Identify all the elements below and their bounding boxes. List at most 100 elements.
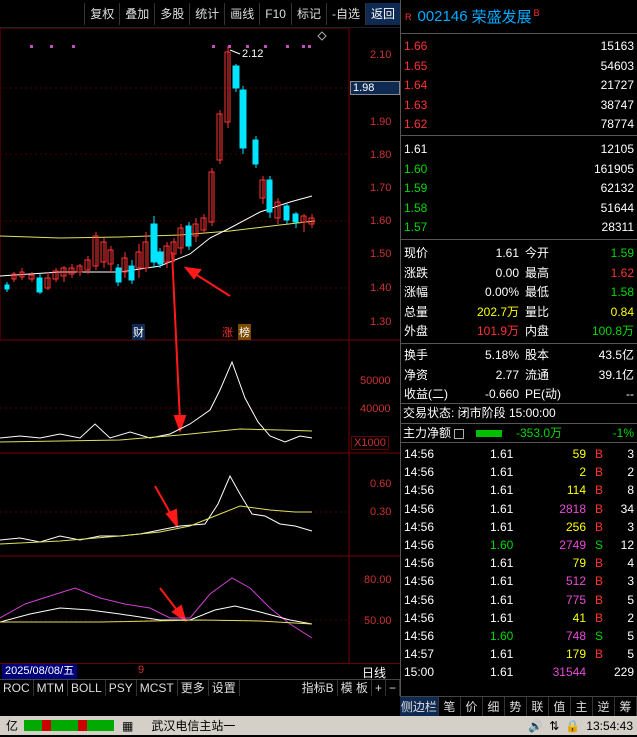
- ask-row[interactable]: 1.62 78774: [401, 115, 637, 135]
- bid-row[interactable]: 1.60 161905: [401, 160, 637, 180]
- tab-trades[interactable]: 笔: [439, 697, 461, 716]
- tab-trend[interactable]: 势: [505, 697, 527, 716]
- restore-rights-button[interactable]: 复权: [84, 2, 119, 25]
- sidebar-toggle[interactable]: 侧边栏《: [400, 697, 439, 734]
- ask-row[interactable]: 1.64 21727: [401, 76, 637, 96]
- bid-row[interactable]: 1.58 51644: [401, 199, 637, 219]
- tab-price[interactable]: 价: [461, 697, 483, 716]
- bid-row[interactable]: 1.57 28311: [401, 218, 637, 238]
- ask-volume: 78774: [600, 117, 634, 131]
- tick-row: 14:56 1.60 748 S 5: [401, 627, 637, 645]
- tab-main[interactable]: 主: [571, 697, 593, 716]
- main-flow-pct: -1%: [612, 425, 634, 440]
- dropdown-icon[interactable]: [454, 428, 465, 439]
- quote-label: 外盘: [404, 324, 429, 338]
- finance-badge[interactable]: 财: [132, 324, 145, 340]
- quote-label: 涨幅: [404, 285, 429, 299]
- trade-status: 交易状态: 闭市阶段 15:00:00: [401, 404, 637, 424]
- tick-time: 14:56: [404, 592, 435, 607]
- tab-chips[interactable]: 筹: [615, 697, 637, 716]
- tab-template[interactable]: 模 板: [338, 680, 372, 696]
- overlay-button[interactable]: 叠加: [119, 2, 154, 25]
- mark-button[interactable]: 标记: [290, 2, 326, 25]
- quote-value: 1.62: [610, 265, 634, 280]
- bid-volume: 28311: [601, 220, 634, 234]
- watchlist-button[interactable]: -自选: [325, 2, 365, 25]
- tab-more[interactable]: 更多: [178, 680, 209, 696]
- tick-row: 15:00 1.61 31544 229: [401, 663, 637, 681]
- tab-boll[interactable]: BOLL: [68, 680, 106, 696]
- quote-row: 现价 1.61 今开 1.59: [401, 244, 637, 264]
- tick-count: 3: [627, 574, 634, 589]
- tab-roc[interactable]: ROC: [0, 680, 34, 696]
- indicator-tabs: ROC MTM BOLL PSY MCST 更多 设置 指标B 模 板 + −: [0, 679, 400, 696]
- zoom-out-button[interactable]: −: [386, 680, 400, 696]
- stat-value: 2.77: [495, 367, 519, 382]
- kline-chart-area[interactable]: 2.10 1.90 1.98 1.80 1.70 1.60 1.50 1.40 …: [0, 28, 400, 663]
- quote-value: 100.8万: [591, 324, 634, 338]
- tab-mtm[interactable]: MTM: [34, 680, 68, 696]
- price-axis-label: 1.40: [370, 282, 392, 294]
- bid-price: 1.59: [404, 181, 428, 195]
- volume-unit-label: X1000: [351, 436, 389, 450]
- tick-count: 3: [627, 447, 634, 461]
- tick-time: 14:56: [404, 501, 435, 516]
- tick-volume: 2749: [559, 537, 586, 552]
- tab-value[interactable]: 值: [549, 697, 571, 716]
- f10-button[interactable]: F10: [259, 2, 291, 25]
- draw-line-button[interactable]: 画线: [224, 2, 259, 25]
- tab-indicator-b[interactable]: 指标B: [299, 680, 338, 696]
- statistics-button[interactable]: 统计: [189, 2, 224, 25]
- tab-mcst[interactable]: MCST: [137, 680, 178, 696]
- limit-up-badge[interactable]: 涨: [222, 324, 233, 340]
- quote-value: 202.7万: [476, 304, 519, 319]
- tick-time: 14:56: [404, 628, 435, 643]
- tab-settings[interactable]: 设置: [209, 680, 240, 696]
- sync-icon[interactable]: ⇅: [549, 719, 559, 733]
- tab-related[interactable]: 联: [527, 697, 549, 716]
- quote-label: 涨跌: [404, 265, 429, 280]
- ask-bar-track: [456, 37, 576, 57]
- kline-chart-svg[interactable]: [0, 28, 400, 663]
- tab-psy[interactable]: PSY: [106, 680, 137, 696]
- stats-block: 换手 5.18% 股本 43.5亿 净资 2.77 流通 39.1亿 收益(二) -0.660 PE…: [401, 344, 637, 404]
- volume-icon[interactable]: 🔊: [528, 719, 543, 733]
- stock-code: 002146: [417, 8, 468, 25]
- ask-price: 1.64: [404, 78, 428, 92]
- stats-row: 收益(二) -0.660 PE(动) --: [401, 385, 637, 405]
- high-price-label: 2.12: [242, 48, 264, 60]
- tick-direction: B: [594, 501, 603, 516]
- tick-time: 14:56: [404, 519, 435, 534]
- lock-icon[interactable]: 🔒: [565, 719, 580, 733]
- zoom-in-button[interactable]: +: [372, 680, 386, 696]
- indicator-axis-label: 80.00: [364, 574, 392, 586]
- tick-price: 1.60: [490, 628, 514, 643]
- bid-bar-track: [456, 179, 576, 199]
- tick-volume: 114: [566, 483, 586, 498]
- volume-axis-label: 40000: [360, 403, 391, 415]
- quote-row: 涨幅 0.00% 最低 1.58: [401, 283, 637, 303]
- server-name: 武汉电信主站一: [151, 719, 236, 733]
- stat-label: PE(动): [525, 387, 562, 401]
- main-flow-row[interactable]: 主力净额 -353.0万 -1%: [401, 424, 637, 443]
- bid-row[interactable]: 1.59 62132: [401, 179, 637, 199]
- date-tick: 9: [138, 664, 145, 676]
- ask-row[interactable]: 1.66 15163: [401, 37, 637, 57]
- tab-detail[interactable]: 细: [483, 697, 505, 716]
- tick-list[interactable]: 14:56 1.61 59 B 3 14:56 1.61 2 B 2 14:56 1.61 114 B 8 1…: [401, 443, 637, 681]
- bid-row[interactable]: 1.61 12105: [401, 140, 637, 160]
- tick-count: 229: [613, 665, 634, 680]
- tab-reverse[interactable]: 逆: [593, 697, 615, 716]
- multi-stock-button[interactable]: 多股: [154, 2, 189, 25]
- tick-volume: 256: [565, 519, 586, 534]
- ask-row[interactable]: 1.65 54603: [401, 57, 637, 77]
- bid-bar-track: [456, 140, 576, 160]
- quote-row: 外盘 101.9万 内盘 100.8万: [401, 322, 637, 342]
- back-button[interactable]: 返回: [364, 2, 400, 25]
- ranking-badge[interactable]: 榜: [238, 324, 251, 340]
- date-row: 2025/08/08/五 9 日线: [0, 663, 400, 680]
- tick-row: 14:56 1.61 775 B 5: [401, 591, 637, 609]
- tick-price: 1.61: [490, 574, 514, 589]
- tick-time: 14:56: [404, 610, 435, 625]
- ask-row[interactable]: 1.63 38747: [401, 96, 637, 116]
